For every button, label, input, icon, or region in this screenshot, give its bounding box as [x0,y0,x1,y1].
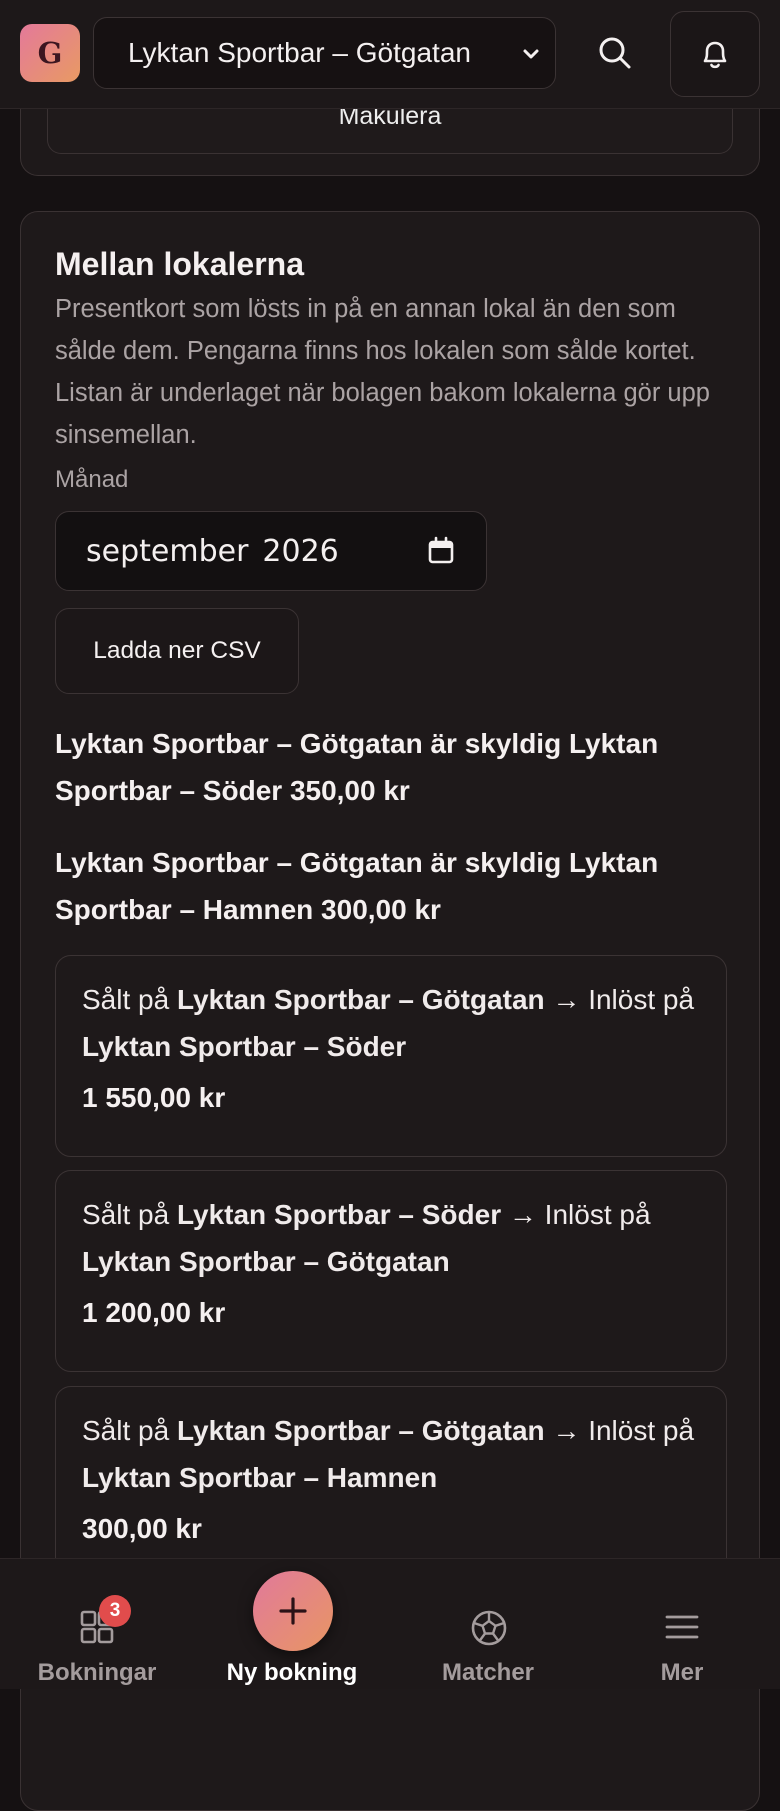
month-input-year: 2026 [262,533,339,569]
nav-bookings[interactable]: 3 Bokningar [2,1559,192,1689]
month-label: Månad [55,466,129,493]
football-icon [471,1610,507,1646]
transaction-route: Sålt på Lyktan Sportbar – Götgatan → Inl… [82,1415,695,1493]
nav-new-booking[interactable]: Ny bokning [197,1559,387,1689]
section-title: Mellan lokalerna [55,246,304,282]
month-input-month: september [86,533,249,569]
menu-icon [665,1615,699,1639]
month-input[interactable]: september 2026 [55,511,487,591]
nav-label: Bokningar [37,1659,157,1686]
bell-icon [703,41,727,69]
nav-matches[interactable]: Matcher [393,1559,583,1689]
transaction-route: Sålt på Lyktan Sportbar – Söder → Inlöst… [82,1199,651,1277]
new-booking-button[interactable] [253,1571,333,1651]
transaction-amount: 300,00 kr [82,1513,202,1544]
app-logo[interactable]: G [20,24,80,82]
debt-summary: Lyktan Sportbar – Götgatan är skyldig Ly… [55,847,659,925]
transaction-route: Sålt på Lyktan Sportbar – Götgatan → Inl… [82,984,695,1062]
top-bar: G Lyktan Sportbar – Götgatan [0,0,780,109]
nav-label: Mer [660,1659,704,1686]
download-csv-button[interactable]: Ladda ner CSV [55,608,299,694]
venue-select[interactable]: Lyktan Sportbar – Götgatan [93,17,556,89]
nav-label: Ny bokning [226,1659,358,1686]
plus-icon [279,1597,307,1625]
calendar-icon[interactable] [426,536,456,566]
transaction-amount: 1 200,00 kr [82,1297,226,1328]
nav-label: Matcher [441,1659,535,1686]
bottom-nav: 3 Bokningar Ny bokning Matcher Mer [0,1558,780,1689]
nav-more[interactable]: Mer [587,1559,777,1689]
chevron-down-icon [523,49,539,59]
section-description: Presentkort som lösts in på en annan lok… [55,295,710,449]
notifications-button[interactable] [670,11,760,97]
debt-summary: Lyktan Sportbar – Götgatan är skyldig Ly… [55,728,659,806]
transaction-amount: 1 550,00 kr [82,1082,226,1113]
venue-select-value: Lyktan Sportbar – Götgatan [128,37,471,68]
search-icon[interactable] [596,34,634,72]
transaction-item: Sålt på Lyktan Sportbar – Söder → Inlöst… [55,1170,727,1372]
notification-badge: 3 [99,1595,131,1627]
transaction-item: Sålt på Lyktan Sportbar – Götgatan → Inl… [55,955,727,1157]
